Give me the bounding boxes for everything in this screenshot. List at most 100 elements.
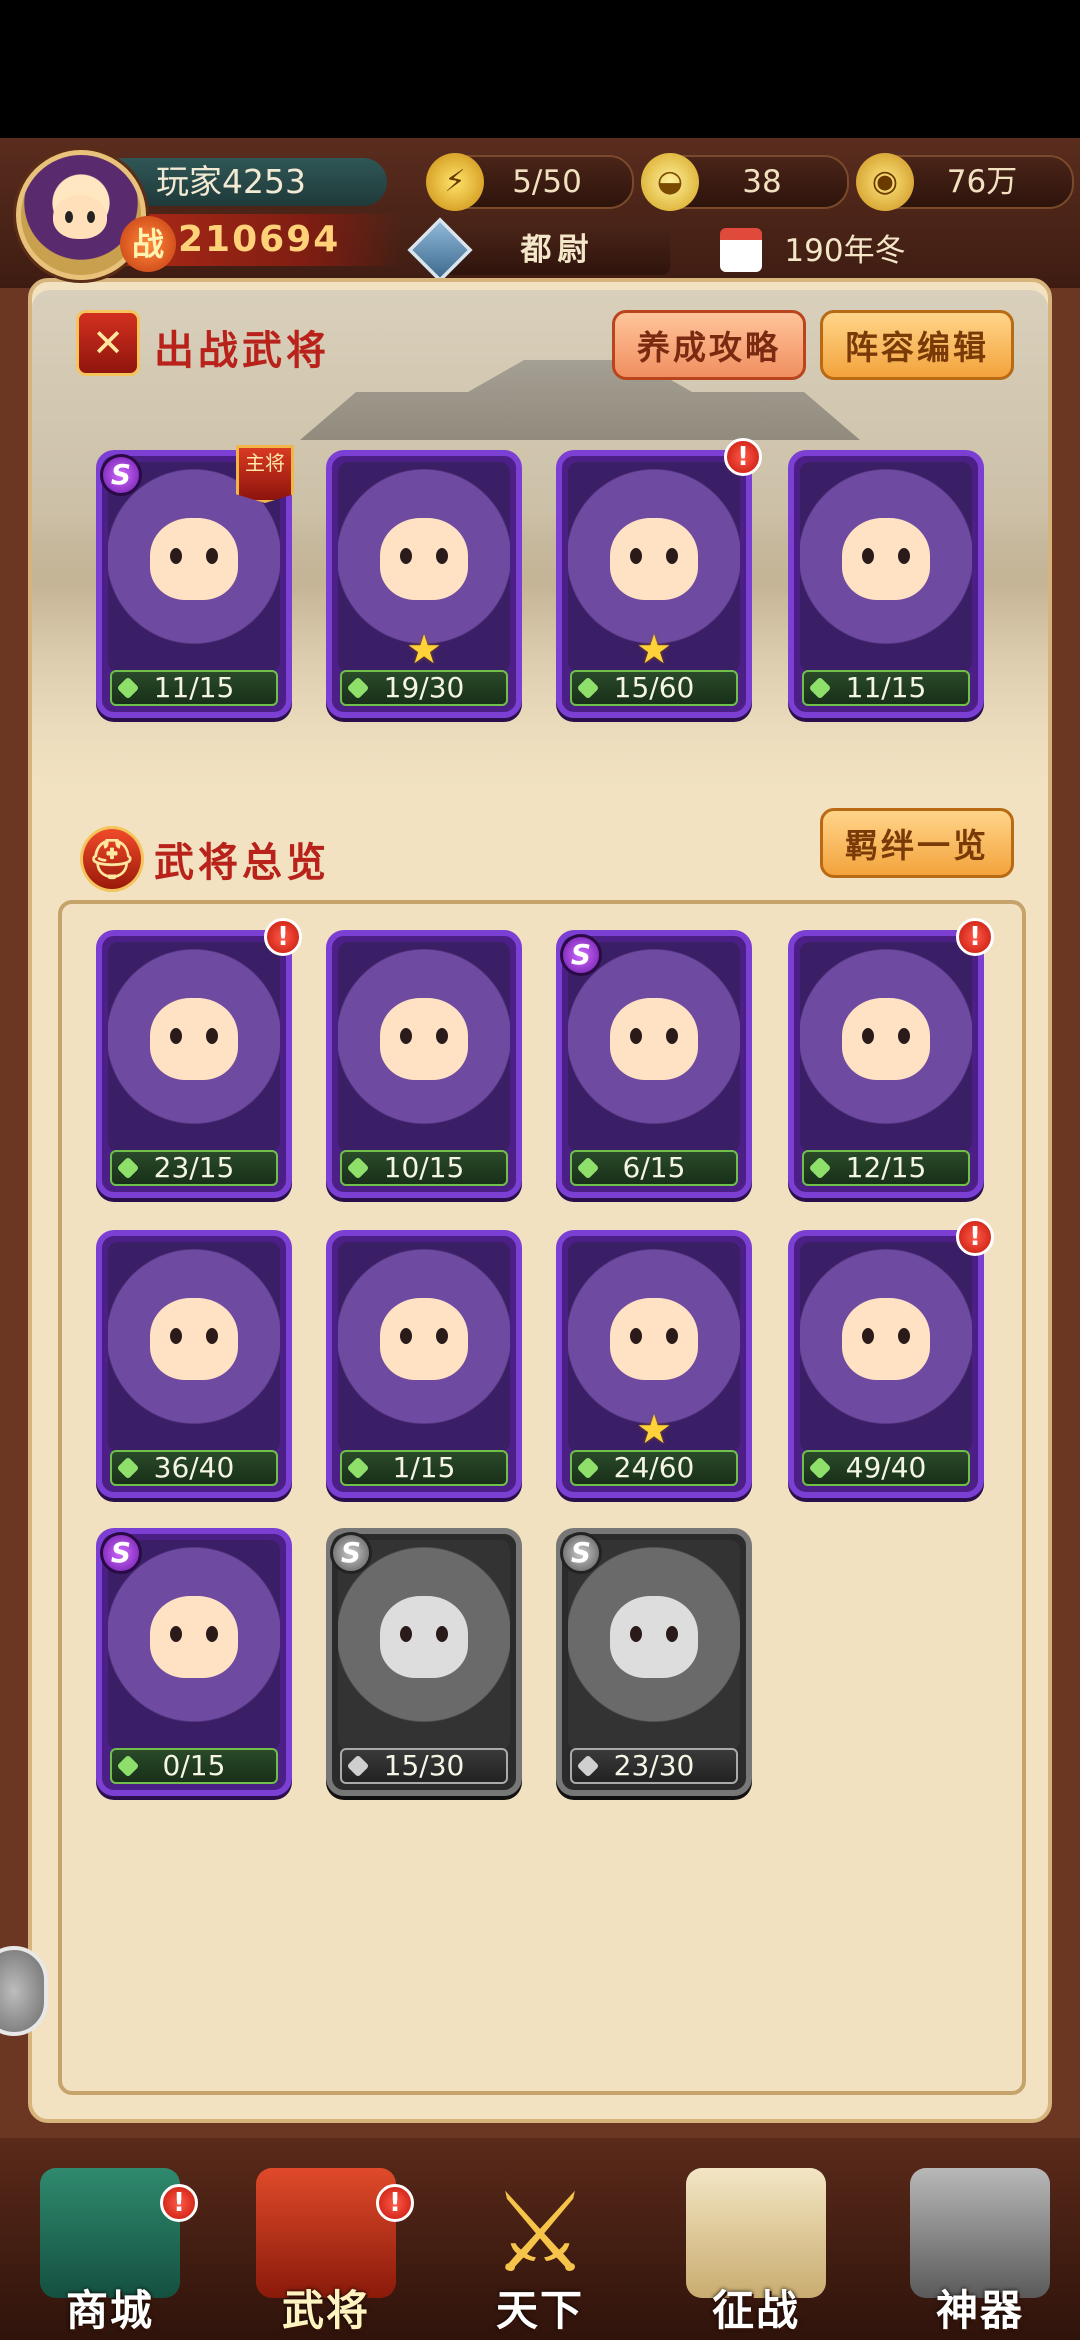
fragment-progress: 1/15 (340, 1450, 508, 1486)
hero-card[interactable]: 11/15 (788, 450, 984, 718)
nav-label: 征战 (711, 2286, 800, 2335)
stamina-value: 5/50 (512, 164, 582, 200)
puzzle-piece-icon (576, 676, 600, 700)
nav-label: 商城 (65, 2286, 154, 2335)
hero-face-icon (610, 997, 698, 1080)
puzzle-piece-icon (346, 1456, 370, 1480)
nav-tab-1[interactable]: 商城! (10, 2150, 210, 2340)
hero-portrait (800, 462, 972, 672)
star-icon: ★ (636, 1407, 672, 1453)
hero-portrait (338, 942, 510, 1152)
fragment-progress: 10/15 (340, 1150, 508, 1186)
nav-label: 天下 (495, 2286, 584, 2335)
puzzle-piece-icon (576, 1754, 600, 1778)
fragment-count: 36/40 (153, 1451, 235, 1484)
fragment-count: 49/40 (845, 1451, 927, 1484)
hero-portrait (800, 1242, 972, 1452)
generals-overview-title: 武将总览 (154, 840, 330, 886)
fragment-progress: 19/30 (340, 670, 508, 706)
s-rank-badge: S (330, 1532, 372, 1574)
hero-face-icon (842, 997, 930, 1080)
fragment-count: 15/30 (383, 1749, 465, 1782)
game-date: 190年冬 (784, 233, 906, 269)
hero-face-icon (610, 1595, 698, 1678)
nav-tab-5[interactable]: 神器 (880, 2150, 1080, 2340)
hero-face-icon (150, 1595, 238, 1678)
hero-card[interactable]: ★ 24/60 (556, 1230, 752, 1498)
fragment-count: 11/15 (845, 671, 927, 704)
avatar-eye-icon (65, 211, 73, 223)
fragment-count: 1/15 (392, 1451, 456, 1484)
fragment-progress: 0/15 (110, 1748, 278, 1784)
fragment-count: 11/15 (153, 671, 235, 704)
ingot-counter[interactable]: ◒ 38 (641, 153, 849, 211)
floating-assistant-button[interactable] (0, 1946, 48, 2036)
hero-face-icon (610, 1297, 698, 1380)
puzzle-piece-icon (576, 1456, 600, 1480)
leader-tag: 主将 (236, 445, 294, 503)
hero-portrait (338, 1540, 510, 1750)
hero-card[interactable]: ★ 19/30 (326, 450, 522, 718)
stamina-leaf-icon: ⚡ (426, 153, 484, 211)
bottom-navigation: 商城! 武将! ⚔ 天下 征战 神器 (0, 2138, 1080, 2340)
hero-face-icon (380, 517, 468, 600)
training-guide-button[interactable]: 养成攻略 (612, 310, 806, 380)
hero-card[interactable]: 49/40 (788, 1230, 984, 1498)
fragment-count: 24/60 (613, 1451, 695, 1484)
crossed-swords-icon: ✕ (76, 310, 140, 376)
alert-dot-icon: ! (956, 1218, 994, 1256)
formation-edit-button[interactable]: 阵容编辑 (820, 310, 1014, 380)
bonds-list-button[interactable]: 羁绊一览 (820, 808, 1014, 878)
hero-card[interactable]: 1/15 (326, 1230, 522, 1498)
coin-value: 76万 (946, 164, 1018, 200)
hero-card[interactable]: 36/40 (96, 1230, 292, 1498)
hero-card[interactable]: 23/15 (96, 930, 292, 1198)
battle-generals-title: 出战武将 (154, 328, 330, 374)
fragment-progress: 23/30 (570, 1748, 738, 1784)
fragment-progress: 36/40 (110, 1450, 278, 1486)
hero-card[interactable]: ★ 15/60 (556, 450, 752, 718)
alert-dot-icon: ! (376, 2184, 414, 2222)
hero-portrait (338, 1242, 510, 1452)
nav-label: 武将 (281, 2286, 370, 2335)
nav-tab-2[interactable]: 武将! (226, 2150, 426, 2340)
star-icon: ★ (406, 627, 442, 673)
fragment-progress: 11/15 (110, 670, 278, 706)
player-name: 玩家4253 (112, 158, 387, 206)
nav-tab-3[interactable]: ⚔ 天下 (440, 2150, 640, 2340)
alert-dot-icon: ! (264, 918, 302, 956)
puzzle-piece-icon (808, 676, 832, 700)
hero-card[interactable]: 12/15 (788, 930, 984, 1198)
puzzle-piece-icon (808, 1456, 832, 1480)
stamina-counter[interactable]: ⚡ 5/50 (426, 153, 634, 211)
s-rank-badge: S (100, 454, 142, 496)
avatar-eye-icon (87, 211, 95, 223)
fragment-count: 23/15 (153, 1151, 235, 1184)
hero-face-icon (150, 1297, 238, 1380)
fragment-count: 12/15 (845, 1151, 927, 1184)
puzzle-piece-icon (346, 1754, 370, 1778)
hero-portrait (568, 942, 740, 1152)
puzzle-piece-icon (116, 1456, 140, 1480)
puzzle-piece-icon (346, 676, 370, 700)
puzzle-piece-icon (116, 1156, 140, 1180)
puzzle-piece-icon (808, 1156, 832, 1180)
fragment-count: 19/30 (383, 671, 465, 704)
puzzle-piece-icon (116, 1754, 140, 1778)
puzzle-piece-icon (576, 1156, 600, 1180)
alert-dot-icon: ! (160, 2184, 198, 2222)
star-icon: ★ (636, 627, 672, 673)
fragment-progress: 23/15 (110, 1150, 278, 1186)
coin-counter[interactable]: ◉ 76万 (856, 153, 1074, 211)
helmet-icon: ⛑ (80, 826, 144, 892)
hero-card[interactable]: 10/15 (326, 930, 522, 1198)
alert-dot-icon: ! (956, 918, 994, 956)
nav-tab-4[interactable]: 征战 (656, 2150, 856, 2340)
fragment-progress: 15/30 (340, 1748, 508, 1784)
fragment-count: 6/15 (622, 1151, 686, 1184)
hero-face-icon (842, 1297, 930, 1380)
hero-portrait (108, 942, 280, 1152)
hero-face-icon (380, 1297, 468, 1380)
rank-title[interactable]: 都尉 (445, 225, 670, 275)
gold-ingot-icon: ◒ (641, 153, 699, 211)
